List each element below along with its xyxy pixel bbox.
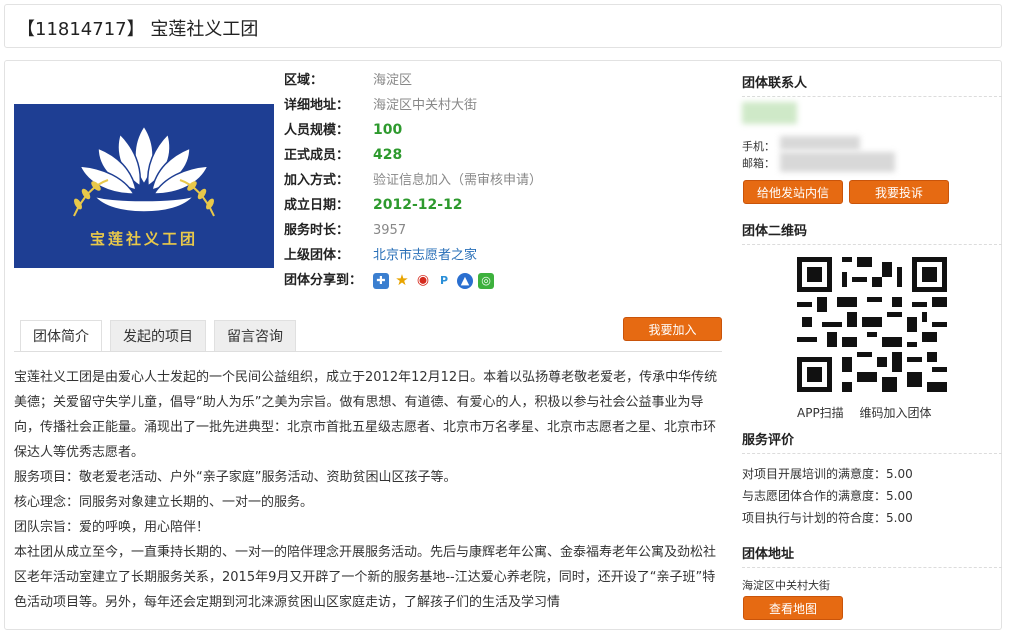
group-info: 区域： 海淀区 详细地址： 海淀区中关村大街 人员规模： 100 正式成员： 4…: [284, 68, 542, 293]
eval-label: 对项目开展培训的满意度：: [742, 467, 887, 481]
info-members: 正式成员： 428: [284, 143, 542, 168]
share-weibo-icon[interactable]: ◉: [415, 272, 431, 289]
qr-caption: APP扫描 维码加入团体: [797, 406, 932, 420]
date-label: 成立日期：: [284, 198, 350, 213]
address-value: 海淀区中关村大街: [373, 98, 478, 113]
join-label: 加入方式：: [284, 173, 350, 188]
eval-score: 5.00: [886, 467, 913, 481]
email-blurred: [780, 152, 895, 172]
description-paragraph: 宝莲社义工团是由爱心人士发起的一个民间公益组织，成立于2012年12月12日。本…: [14, 370, 718, 460]
qr-code: [797, 257, 947, 392]
region-label: 区域：: [284, 73, 324, 88]
eval-section: 服务评价 对项目开展培训的满意度：5.00 与志愿团体合作的满意度：5.00 项…: [742, 429, 1002, 529]
title-bar: 【11814717】 宝莲社义工团: [4, 4, 1002, 48]
region-value: 海淀区: [373, 73, 413, 88]
share-a-icon[interactable]: ▲: [457, 272, 473, 289]
group-address: 海淀区中关村大街: [742, 579, 830, 592]
divider: [742, 244, 1002, 245]
share-plus-icon[interactable]: ✚: [373, 272, 389, 289]
members-label: 正式成员：: [284, 148, 350, 163]
tab-messages[interactable]: 留言咨询: [214, 320, 296, 352]
address-label: 详细地址：: [284, 98, 350, 113]
view-map-button[interactable]: 查看地图: [743, 596, 843, 620]
phone-blurred: [780, 136, 860, 150]
description-paragraph: 团队宗旨：爱的呼唤，用心陪伴！: [14, 520, 210, 535]
eval-score: 5.00: [886, 489, 913, 503]
eval-score: 5.00: [886, 511, 913, 525]
divider: [742, 567, 1002, 568]
parent-label: 上级团体：: [284, 248, 350, 263]
share-label: 团体分享到：: [284, 273, 363, 288]
contact-section: 团体联系人: [742, 72, 1002, 97]
address-title: 团体地址: [742, 547, 795, 562]
qr-section: 团体二维码: [742, 220, 1002, 245]
size-value: 100: [373, 122, 403, 138]
group-logo: 宝莲社义工团: [14, 104, 274, 268]
eval-row: 项目执行与计划的符合度：5.00: [742, 507, 1002, 529]
join-button[interactable]: 我要加入: [623, 317, 722, 341]
complain-button[interactable]: 我要投诉: [849, 180, 949, 204]
members-value: 428: [373, 147, 403, 163]
phone-label: 手机：: [742, 140, 775, 153]
page-title: 【11814717】 宝莲社义工团: [17, 19, 259, 40]
share-icons: ✚ ★ ◉ P ▲ ◎: [373, 268, 494, 293]
size-label: 人员规模：: [284, 123, 350, 138]
email-label: 邮箱：: [742, 157, 775, 170]
description: 宝莲社义工团是由爱心人士发起的一个民间公益组织，成立于2012年12月12日。本…: [14, 365, 726, 615]
join-value: 验证信息加入（需审核申请）: [373, 173, 543, 188]
qr-title: 团体二维码: [742, 224, 808, 239]
share-p-icon[interactable]: P: [436, 273, 452, 289]
divider: [742, 96, 1002, 97]
info-share: 团体分享到： ✚ ★ ◉ P ▲ ◎: [284, 268, 542, 293]
parent-link[interactable]: 北京市志愿者之家: [373, 243, 477, 268]
tab-projects[interactable]: 发起的项目: [110, 320, 206, 352]
tab-intro[interactable]: 团体简介: [20, 320, 102, 352]
info-address: 详细地址： 海淀区中关村大街: [284, 93, 542, 118]
share-wechat-icon[interactable]: ◎: [478, 272, 494, 289]
contact-name-blurred: [742, 102, 797, 124]
tab-divider: [14, 351, 722, 352]
contact-title: 团体联系人: [742, 76, 808, 91]
hours-label: 服务时长：: [284, 223, 350, 238]
eval-label: 与志愿团体合作的满意度：: [742, 489, 887, 503]
info-join: 加入方式： 验证信息加入（需审核申请）: [284, 168, 542, 193]
share-star-icon[interactable]: ★: [394, 271, 410, 289]
send-message-button[interactable]: 给他发站内信: [743, 180, 843, 204]
eval-row: 对项目开展培训的满意度：5.00: [742, 463, 1002, 485]
hours-value: 3957: [373, 223, 407, 238]
info-date: 成立日期： 2012-12-12: [284, 193, 542, 218]
info-parent: 上级团体： 北京市志愿者之家: [284, 243, 542, 268]
eval-row: 与志愿团体合作的满意度：5.00: [742, 485, 1002, 507]
logo-text: 宝莲社义工团: [89, 230, 198, 248]
description-paragraph: 服务项目：敬老爱老活动、户外“亲子家庭”服务活动、资助贫困山区孩子等。: [14, 470, 457, 485]
eval-title: 服务评价: [742, 433, 795, 448]
divider: [742, 453, 1002, 454]
tab-bar: 团体简介 发起的项目 留言咨询: [20, 320, 296, 352]
info-hours: 服务时长： 3957: [284, 218, 542, 243]
info-region: 区域： 海淀区: [284, 68, 542, 93]
info-size: 人员规模： 100: [284, 118, 542, 143]
eval-label: 项目执行与计划的符合度：: [742, 511, 887, 525]
date-value: 2012-12-12: [373, 197, 463, 213]
description-paragraph: 核心理念：同服务对象建立长期的、一对一的服务。: [14, 495, 314, 510]
address-section: 团体地址: [742, 543, 1002, 568]
description-paragraph: 本社团从成立至今，一直秉持长期的、一对一的陪伴理念开展服务活动。先后与康辉老年公…: [14, 545, 717, 610]
